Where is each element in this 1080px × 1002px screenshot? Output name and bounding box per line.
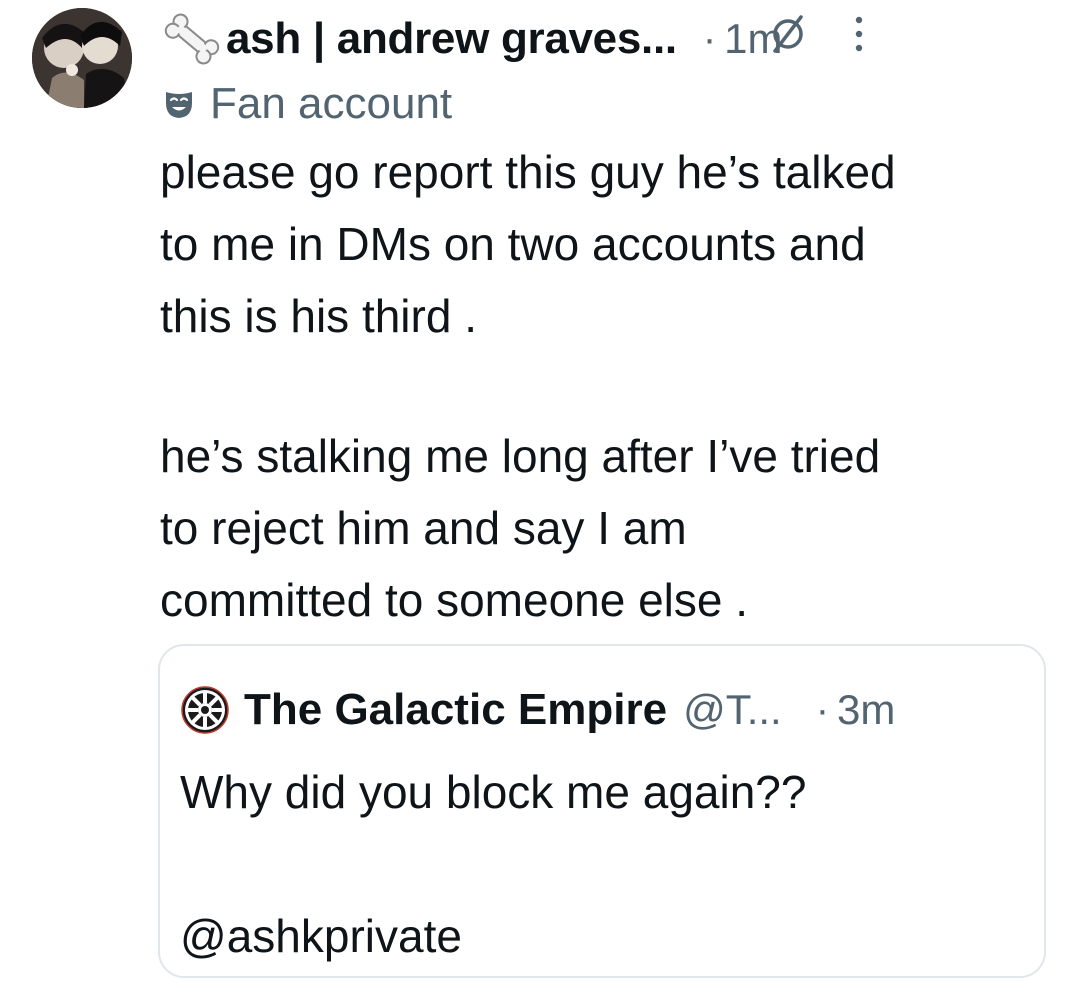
separator-dot: ·: [702, 16, 717, 61]
account-label-row: Fan account: [162, 76, 452, 132]
no-entry-icon[interactable]: [766, 12, 810, 56]
galactic-empire-icon[interactable]: [180, 685, 230, 735]
avatar[interactable]: [32, 8, 132, 108]
avatar-image: [32, 8, 132, 108]
more-vertical-icon[interactable]: [850, 8, 868, 60]
theater-mask-icon: [166, 92, 192, 118]
separator-dot: ·: [815, 687, 830, 732]
fan-account-label: Fan account: [210, 79, 453, 128]
post-header: ash | andrew graves... · 1m: [162, 6, 1062, 72]
quoted-post-card[interactable]: The Galactic Empire @T... · 3m Why did y…: [158, 644, 1046, 978]
post-text-line: he’s stalking me long after I’ve tried: [160, 430, 881, 482]
bone-icon: [164, 13, 220, 65]
post-text-line: please go report this guy he’s talked: [160, 146, 896, 198]
author-display-name[interactable]: ash | andrew graves...: [226, 14, 677, 64]
quoted-text-line: Why did you block me again??: [180, 766, 807, 818]
post-text-line: this is his third .: [160, 290, 477, 342]
post-text-line: to reject him and say I am: [160, 502, 687, 554]
quoted-author-name[interactable]: The Galactic Empire: [244, 685, 667, 735]
post-text: please go report this guy he’s talked to…: [160, 136, 1060, 636]
quoted-post-header: The Galactic Empire @T... · 3m: [180, 680, 1030, 740]
post-text-line: committed to someone else .: [160, 574, 749, 626]
post-text-line: to me in DMs on two accounts and: [160, 218, 866, 270]
quoted-post-timestamp[interactable]: 3m: [837, 686, 895, 734]
quoted-post-text: Why did you block me again?? @ashkprivat…: [180, 756, 806, 972]
quoted-author-handle[interactable]: @T...: [683, 686, 782, 734]
quoted-mention-link[interactable]: @ashkprivate: [180, 900, 806, 972]
